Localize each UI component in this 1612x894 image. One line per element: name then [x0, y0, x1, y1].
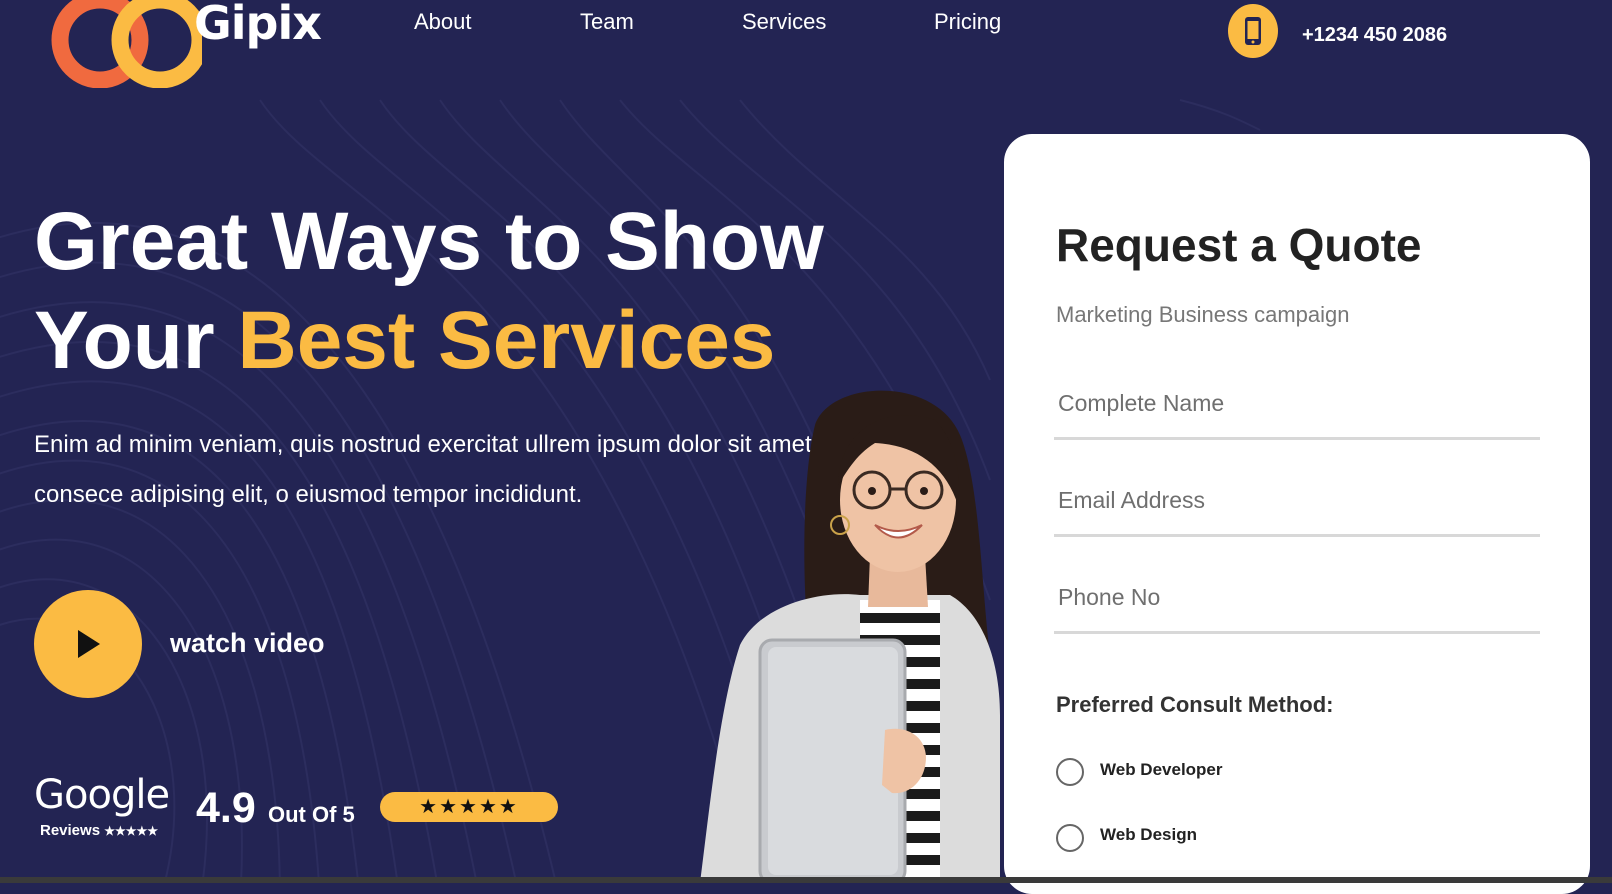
hero-title-line2-prefix: Your — [34, 295, 238, 386]
phone-number[interactable]: +1234 450 2086 — [1302, 24, 1447, 47]
google-reviews-label: Reviews — [40, 822, 101, 839]
nav-team[interactable]: Team — [580, 9, 634, 35]
complete-name-input[interactable] — [1054, 370, 1540, 440]
google-reviews-logo: Google — [34, 772, 170, 818]
quote-form-card: Request a Quote Marketing Business campa… — [1004, 134, 1590, 894]
radio-label-web-developer[interactable]: Web Developer — [1100, 760, 1223, 780]
radio-web-design[interactable] — [1056, 824, 1084, 852]
nav-pricing[interactable]: Pricing — [934, 9, 1001, 35]
play-icon — [78, 630, 100, 658]
nav-about[interactable]: About — [414, 9, 472, 35]
brand-name: Gipix — [194, 0, 322, 50]
brand-logo[interactable]: Gipix — [42, 0, 322, 89]
email-address-input[interactable] — [1054, 467, 1540, 537]
quote-form-title: Request a Quote — [1056, 219, 1422, 271]
hero-title-line1: Great Ways to Show — [34, 196, 824, 287]
hero-title-accent: Best Services — [237, 295, 776, 386]
nav-services[interactable]: Services — [742, 9, 826, 35]
phone-icon-badge[interactable] — [1228, 4, 1278, 58]
consult-method-label: Preferred Consult Method: — [1056, 692, 1334, 717]
page-bottom-edge — [0, 877, 1612, 883]
phone-number-input[interactable] — [1054, 564, 1540, 634]
businesswoman-image — [700, 390, 1000, 883]
watch-video-link[interactable]: watch video — [170, 628, 325, 659]
smartphone-icon — [1245, 17, 1261, 45]
rating-score: 4.9 — [196, 784, 256, 832]
radio-label-web-design[interactable]: Web Design — [1100, 825, 1197, 845]
google-reviews-caption: Reviews ★★★★★ — [40, 822, 158, 839]
quote-form-subtitle: Marketing Business campaign — [1056, 302, 1350, 327]
interlocking-rings-logo — [51, 0, 209, 89]
radio-web-developer[interactable] — [1056, 758, 1084, 786]
play-video-button[interactable] — [34, 590, 142, 698]
google-reviews-stars: ★★★★★ — [104, 824, 159, 838]
rating-out-of: Out Of 5 — [268, 802, 355, 827]
hero-title: Great Ways to Show Your Best Services — [34, 192, 934, 390]
rating-stars-badge: ★★★★★ — [380, 792, 558, 822]
